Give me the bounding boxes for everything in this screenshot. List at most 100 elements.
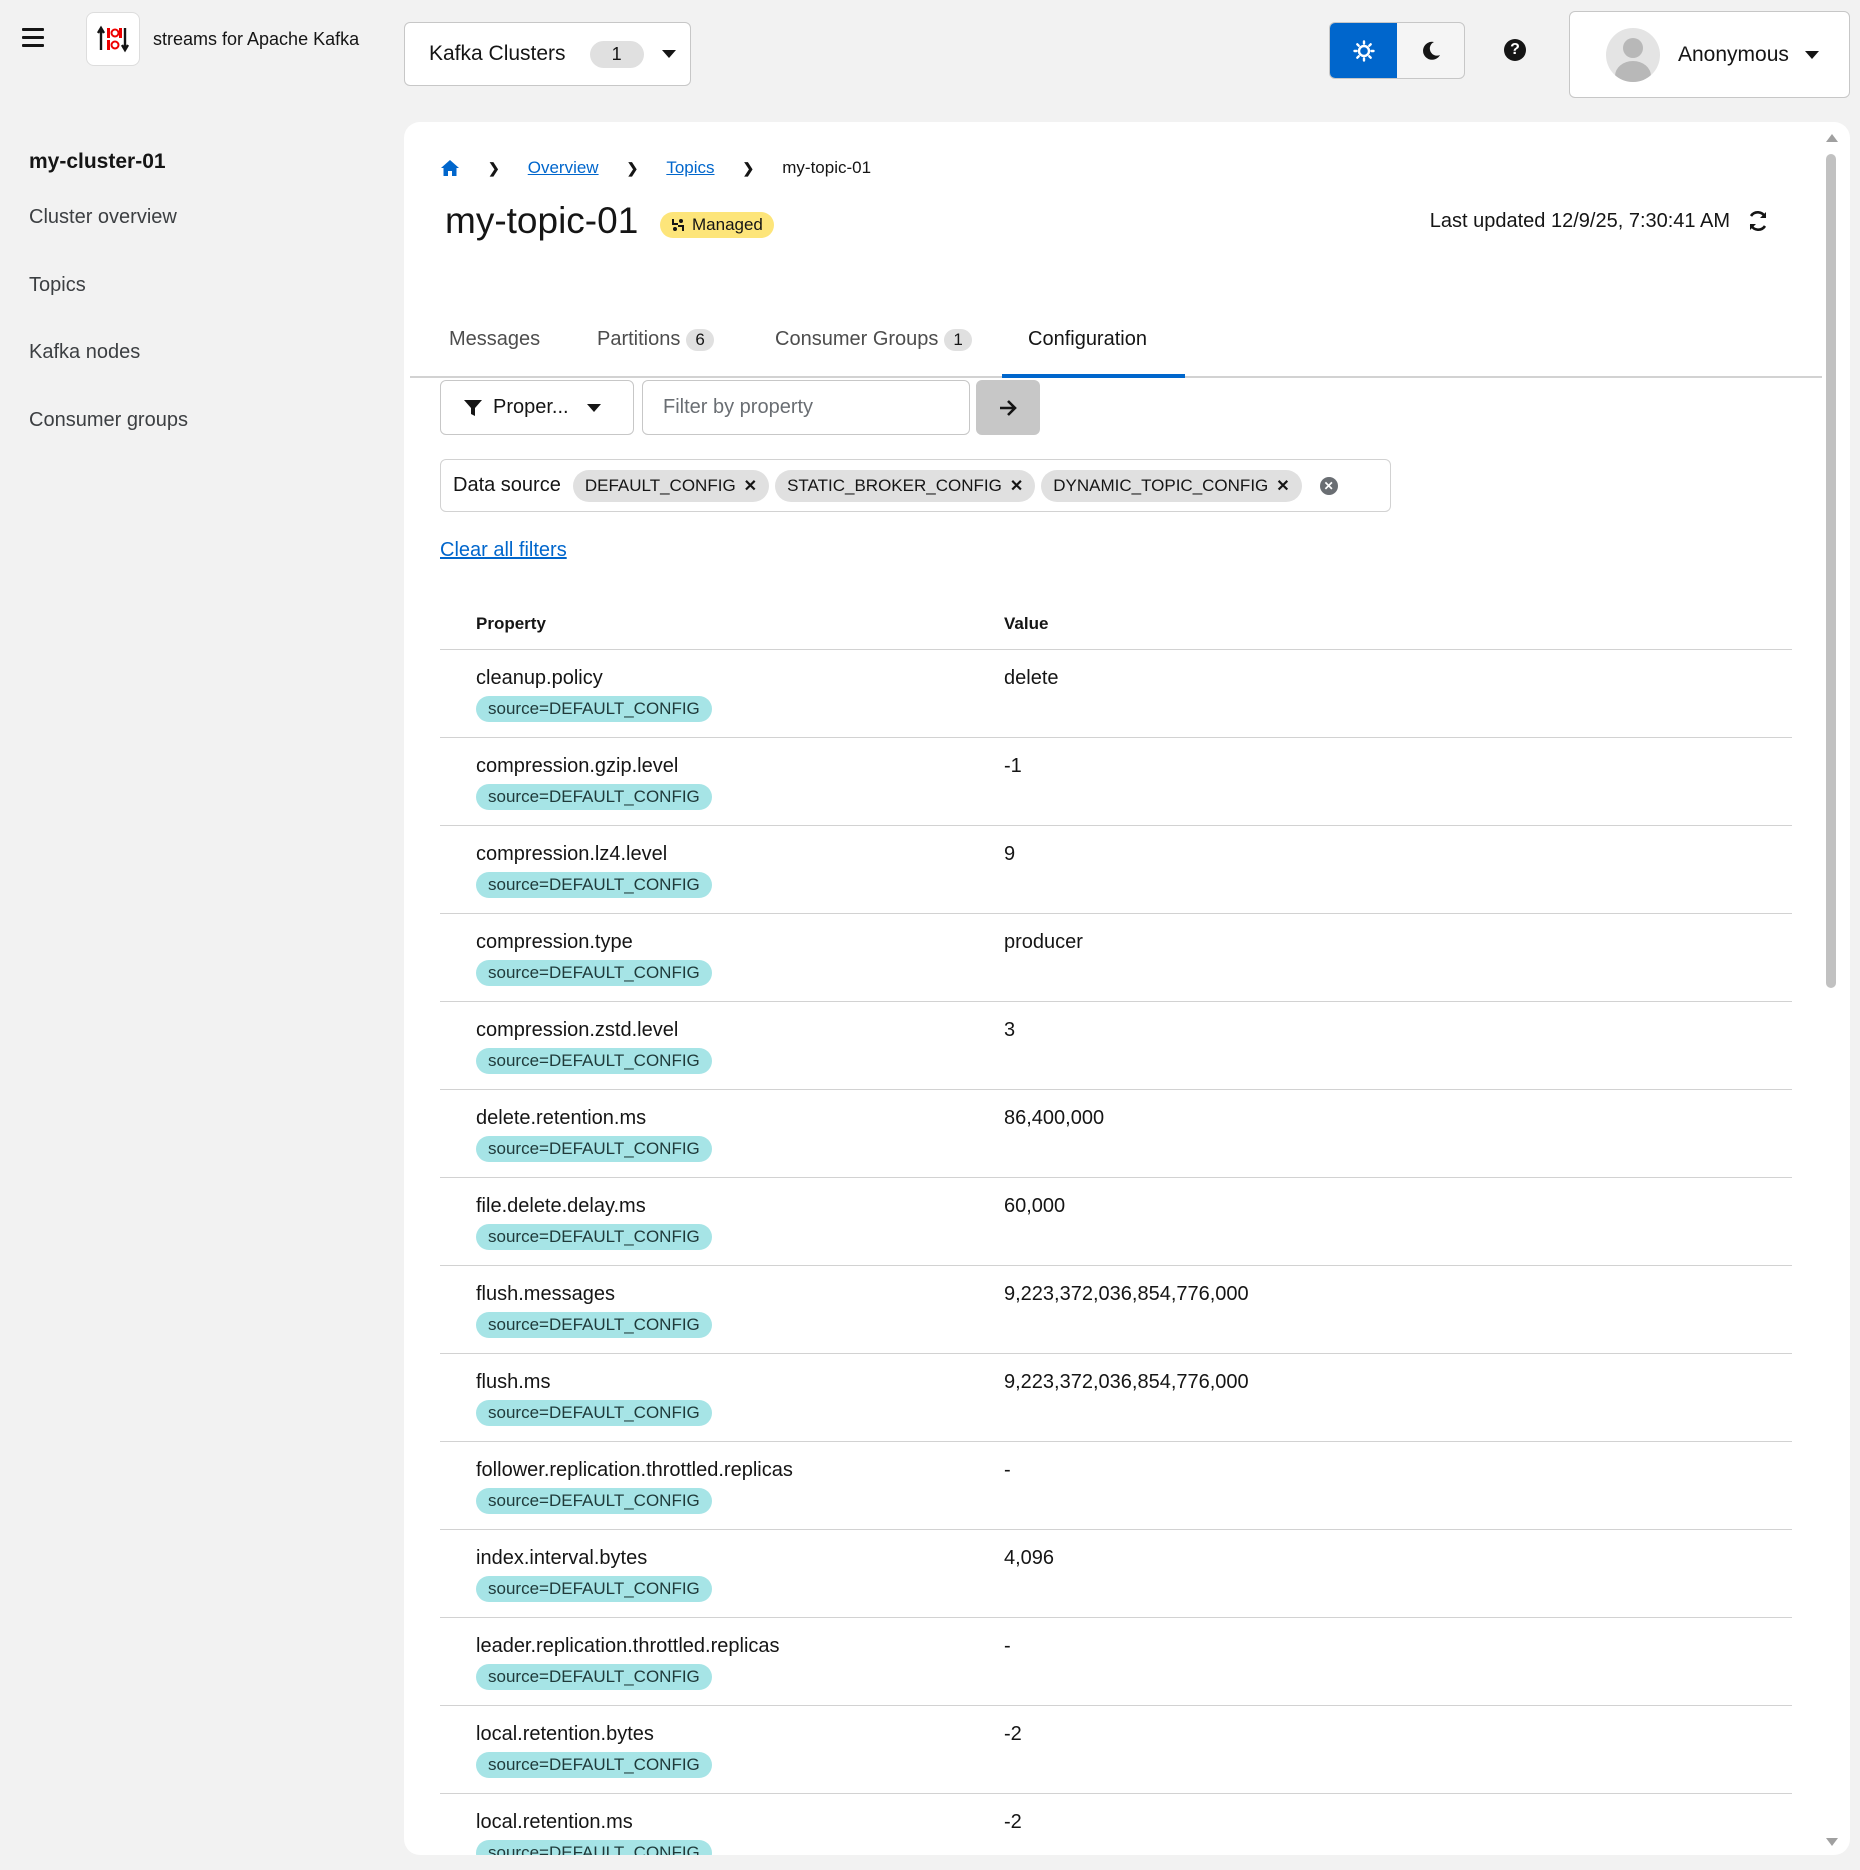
table-header: Property Value <box>440 592 1792 650</box>
close-icon[interactable]: ✕ <box>1276 476 1289 496</box>
home-icon[interactable] <box>440 159 460 177</box>
property-name: flush.messages <box>476 1283 615 1305</box>
theme-toggle[interactable] <box>1329 22 1465 79</box>
tab-messages-label: Messages <box>449 328 541 350</box>
clear-all-filters-link[interactable]: Clear all filters <box>440 539 567 562</box>
kafka-clusters-select[interactable]: Kafka Clusters 1 <box>404 22 691 86</box>
table-row: local.retention.bytes source=DEFAULT_CONF… <box>440 1706 1792 1794</box>
tab-partitions-label: Partitions <box>597 328 681 350</box>
table-row: compression.zstd.level source=DEFAULT_CON… <box>440 1002 1792 1090</box>
hamburger-icon[interactable] <box>22 28 44 50</box>
breadcrumb: ❯ Overview ❯ Topics ❯ my-topic-01 <box>440 158 871 178</box>
light-theme-button[interactable] <box>1330 23 1397 78</box>
chip-label: STATIC_BROKER_CONFIG <box>787 475 1002 495</box>
refresh-icon[interactable] <box>1746 209 1770 233</box>
source-label: source=DEFAULT_CONFIG <box>476 1048 712 1074</box>
table-body: cleanup.policy source=DEFAULT_CONFIG delet… <box>440 650 1792 1855</box>
source-label: source=DEFAULT_CONFIG <box>476 1664 712 1690</box>
source-label: source=DEFAULT_CONFIG <box>476 1400 712 1426</box>
property-name: compression.lz4.level <box>476 843 668 865</box>
managed-icon <box>672 219 684 231</box>
source-label: source=DEFAULT_CONFIG <box>476 1840 712 1855</box>
kafka-clusters-label: Kafka Clusters <box>429 42 566 65</box>
tab-partitions[interactable]: Partitions 6 <box>597 328 714 351</box>
source-label: source=DEFAULT_CONFIG <box>476 1576 712 1602</box>
config-table: Property Value cleanup.policy source=DEFA… <box>440 592 1792 1855</box>
source-label: source=DEFAULT_CONFIG <box>476 1312 712 1338</box>
property-value: 9 <box>1004 843 1016 865</box>
scrollbar-thumb[interactable] <box>1826 154 1836 988</box>
scrollbar[interactable] <box>1824 130 1838 1850</box>
property-name: cleanup.policy <box>476 667 603 689</box>
property-name: file.delete.delay.ms <box>476 1195 646 1217</box>
apply-filter-button[interactable] <box>976 380 1040 435</box>
sidebar-cluster-name: my-cluster-01 <box>29 150 166 173</box>
breadcrumb-current: my-topic-01 <box>782 158 872 177</box>
managed-badge-label: Managed <box>692 215 763 234</box>
chevron-right-icon: ❯ <box>488 159 500 176</box>
column-header-value[interactable]: Value <box>1004 614 1048 634</box>
filter-attribute-select[interactable]: Proper... <box>440 380 634 435</box>
tab-consumer-groups[interactable]: Consumer Groups 1 <box>775 328 972 351</box>
tab-configuration[interactable]: Configuration <box>1028 328 1147 351</box>
property-name: compression.type <box>476 931 633 953</box>
table-row: flush.messages source=DEFAULT_CONFIG 9,223… <box>440 1266 1792 1354</box>
table-row: follower.replication.throttled.replicas s… <box>440 1442 1792 1530</box>
column-header-property[interactable]: Property <box>476 614 546 634</box>
chip-dynamic-topic-config: DYNAMIC_TOPIC_CONFIG ✕ <box>1041 469 1302 502</box>
property-value: - <box>1004 1459 1011 1481</box>
close-icon[interactable]: ✕ <box>744 476 757 496</box>
table-row: file.delete.delay.ms source=DEFAULT_CONFI… <box>440 1178 1792 1266</box>
topic-tabs: Messages Partitions 6 Consumer Groups 1 … <box>410 310 1822 378</box>
property-name: flush.ms <box>476 1371 551 1393</box>
close-icon[interactable]: ✕ <box>1010 476 1023 496</box>
chevron-right-icon: ❯ <box>742 159 755 176</box>
table-row: delete.retention.ms source=DEFAULT_CONFIG… <box>440 1090 1792 1178</box>
sidebar-item-kafka-nodes[interactable]: Kafka nodes <box>29 341 140 364</box>
property-name: delete.retention.ms <box>476 1107 647 1129</box>
filter-icon <box>464 399 482 416</box>
property-name: local.retention.bytes <box>476 1723 654 1745</box>
help-icon[interactable]: ? <box>1504 39 1526 61</box>
property-name: leader.replication.throttled.replicas <box>476 1635 780 1657</box>
last-updated: Last updated 12/9/25, 7:30:41 AM <box>1429 210 1730 232</box>
scroll-down-arrow-icon[interactable] <box>1826 1838 1838 1846</box>
table-row: cleanup.policy source=DEFAULT_CONFIG delet… <box>440 650 1792 738</box>
property-name: compression.zstd.level <box>476 1019 679 1041</box>
property-name: compression.gzip.level <box>476 755 679 777</box>
breadcrumb-topics-link[interactable]: Topics <box>666 158 714 178</box>
property-value: 9,223,372,036,854,776,000 <box>1004 1371 1249 1393</box>
tab-partitions-count: 6 <box>686 328 714 351</box>
kafka-clusters-count: 1 <box>589 40 644 68</box>
table-row: compression.gzip.level source=DEFAULT_CON… <box>440 738 1792 826</box>
caret-down-icon <box>586 403 601 412</box>
chip-label: DEFAULT_CONFIG <box>584 475 736 495</box>
source-label: source=DEFAULT_CONFIG <box>476 1224 712 1250</box>
tab-messages[interactable]: Messages <box>449 328 540 351</box>
property-value: -1 <box>1004 755 1022 777</box>
moon-icon <box>1422 41 1440 60</box>
managed-badge: Managed <box>660 212 774 238</box>
logo-icon[interactable] <box>86 12 140 66</box>
property-value: 3 <box>1004 1019 1016 1041</box>
sidebar-item-consumer-groups[interactable]: Consumer groups <box>29 409 188 432</box>
dark-theme-button[interactable] <box>1397 23 1464 78</box>
filter-property-input[interactable] <box>642 380 970 435</box>
property-name: follower.replication.throttled.replicas <box>476 1459 793 1481</box>
scroll-up-arrow-icon[interactable] <box>1826 134 1838 142</box>
main-content: ❯ Overview ❯ Topics ❯ my-topic-01 my-top… <box>404 122 1850 1855</box>
sidebar-item-cluster-overview[interactable]: Cluster overview <box>29 206 177 229</box>
breadcrumb-overview-link[interactable]: Overview <box>528 158 599 178</box>
sidebar-item-topics[interactable]: Topics <box>29 274 86 297</box>
table-row: compression.type source=DEFAULT_CONFIG pro… <box>440 914 1792 1002</box>
active-tab-indicator <box>1002 374 1185 378</box>
user-menu[interactable]: Anonymous <box>1569 11 1850 98</box>
property-value: -2 <box>1004 1723 1022 1745</box>
property-value: 60,000 <box>1004 1195 1066 1217</box>
clear-circle-icon[interactable]: ✕ <box>1319 476 1338 495</box>
caret-down-icon <box>661 50 676 58</box>
property-value: -2 <box>1004 1811 1022 1833</box>
source-label: source=DEFAULT_CONFIG <box>476 1488 712 1514</box>
caret-down-icon <box>1804 50 1819 59</box>
property-value: delete <box>1004 667 1059 689</box>
